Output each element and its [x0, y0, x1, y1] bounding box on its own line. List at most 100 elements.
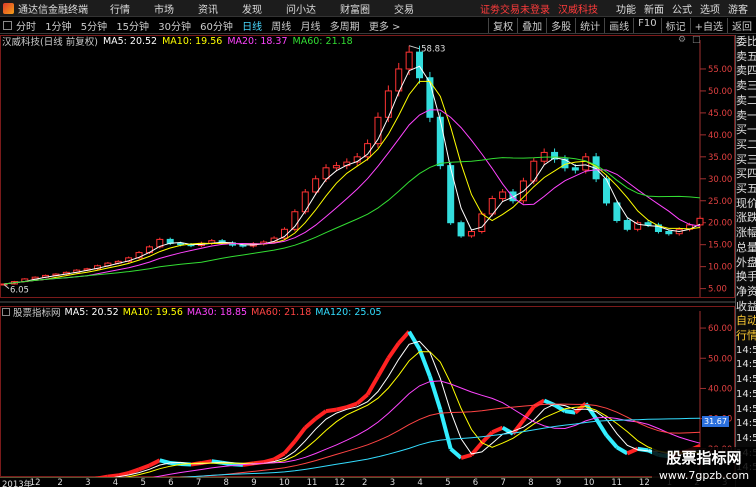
- quote-field-label: 涨幅: [736, 226, 756, 240]
- quote-field-label: 自动: [736, 314, 756, 328]
- quote-field-label: 卖四: [736, 64, 756, 78]
- tool-fuquan-button[interactable]: 复权: [488, 17, 517, 33]
- kline-chart[interactable]: 55.00 50.00 45.00 40.00 35.00 30.00 25.00 20.00…: [0, 35, 735, 478]
- ma60-label: MA60: 21.18: [292, 35, 353, 47]
- time-axis-label: 10: [583, 478, 595, 487]
- indicator-toggle-icon[interactable]: [2, 308, 10, 316]
- quote-field-label: 收益: [736, 299, 756, 313]
- menu-item-zixun[interactable]: 资讯: [198, 1, 218, 16]
- menu-item-gongneng[interactable]: 功能: [616, 1, 636, 16]
- trade-time: 14:56: [736, 388, 756, 400]
- guest-user[interactable]: 游客: [728, 1, 748, 16]
- tab-monthly[interactable]: 月线: [300, 22, 320, 33]
- candle-body: [665, 231, 673, 235]
- candle-body: [145, 246, 153, 254]
- indicator-bar-segment: [148, 458, 161, 468]
- tab-more[interactable]: 更多 >: [369, 22, 401, 33]
- candle-body: [582, 156, 590, 171]
- tool-back-button[interactable]: 返回: [727, 17, 756, 33]
- time-axis-label: 5: [445, 478, 451, 487]
- chart-tools: 复权 叠加 多股 统计 画线 F10 标记 +自选 返回: [488, 17, 756, 33]
- tab-daily[interactable]: 日线: [242, 22, 262, 33]
- tool-draw-line-button[interactable]: 画线: [604, 17, 633, 33]
- quote-field-label: 买四: [736, 167, 756, 181]
- indicator-y-tick-label: 50.00: [708, 354, 732, 364]
- indicator-bar-segment: [335, 405, 348, 412]
- main-y-tick-label: 5.00: [708, 285, 727, 295]
- main-y-tick-label: 40.00: [708, 131, 732, 141]
- menu-item-faxian[interactable]: 发现: [242, 1, 262, 16]
- candle-body: [603, 178, 611, 204]
- indicator-bar-segment: [314, 409, 328, 421]
- layout-icon[interactable]: [3, 20, 12, 30]
- tool-statistics-button[interactable]: 统计: [575, 17, 604, 33]
- time-axis-label: 6: [472, 478, 479, 487]
- main-y-tick-label: 20.00: [708, 219, 732, 229]
- tool-multi-stock-button[interactable]: 多股: [546, 17, 575, 33]
- indicator-bar-segment: [386, 342, 401, 360]
- menu-item-wenxiaoda[interactable]: 问小达: [286, 1, 316, 16]
- tab-30min[interactable]: 30分钟: [158, 22, 191, 33]
- time-axis-label: 4: [112, 478, 119, 487]
- watermark-url: www.7gpzb.com: [658, 469, 750, 482]
- main-menu: 行情 市场 资讯 发现 问小达 财富圈 交易: [110, 1, 438, 16]
- tab-1min[interactable]: 1分钟: [45, 22, 71, 33]
- candle-body: [416, 51, 424, 79]
- main-y-tick-label: 10.00: [708, 263, 732, 273]
- tab-weekly[interactable]: 周线: [271, 22, 291, 33]
- indicator-bar-segment: [325, 407, 337, 414]
- ind-ma120-label: MA120: 25.05: [315, 306, 382, 318]
- tool-add-watchlist-button[interactable]: +自选: [689, 17, 727, 33]
- time-axis-label: 9: [251, 478, 257, 487]
- tool-overlay-button[interactable]: 叠加: [517, 17, 546, 33]
- main-y-tick-label: 55.00: [708, 65, 732, 75]
- time-axis-label: 12: [334, 478, 346, 487]
- indicator-bar-segment: [574, 402, 588, 415]
- menu-item-gongshi[interactable]: 公式: [672, 1, 692, 16]
- candle-body: [364, 143, 372, 158]
- quote-field-label: 现价: [736, 196, 756, 210]
- stock-name-link[interactable]: 汉威科技: [558, 1, 598, 16]
- trade-login-warning[interactable]: 证劵交易未登录: [480, 1, 550, 16]
- main-chart-frame: [0, 35, 735, 298]
- tab-5min[interactable]: 5分钟: [81, 22, 107, 33]
- menu-item-xuanxiang[interactable]: 选项: [700, 1, 720, 16]
- indicator-bar-segment: [346, 401, 358, 410]
- indicator-bar-segment: [397, 330, 411, 345]
- indicator-bar-segment: [532, 398, 546, 409]
- close-panel-icon[interactable]: □: [692, 35, 701, 45]
- indicator-bar-segment: [491, 425, 504, 435]
- tool-mark-button[interactable]: 标记: [660, 17, 690, 33]
- indicator-last-value: 31.67: [702, 416, 729, 427]
- candle-body: [571, 167, 579, 171]
- main-y-tick-label: 45.00: [708, 109, 732, 119]
- menu-item-caifuquan[interactable]: 财富圈: [340, 1, 370, 16]
- tab-fenshi[interactable]: 分时: [16, 22, 36, 33]
- menu-item-xinmian[interactable]: 新面: [644, 1, 664, 16]
- main-chart-title: 汉威科技(日线 前复权): [2, 37, 98, 48]
- indicator-bar-segment: [438, 409, 453, 450]
- trade-time: 14:56: [736, 418, 756, 430]
- indicator-bar-segment: [480, 430, 494, 445]
- candle-body: [696, 217, 704, 226]
- indicator-bar-segment: [159, 458, 171, 465]
- candle-body: [332, 165, 340, 169]
- low-price-label: 6.05: [10, 286, 29, 296]
- menu-item-shichang[interactable]: 市场: [154, 1, 174, 16]
- menu-item-hangqing[interactable]: 行情: [110, 1, 130, 16]
- tool-f10-button[interactable]: F10: [633, 17, 660, 33]
- indicator-bar-segment: [365, 375, 380, 396]
- indicator-y-tick-label: 40.00: [708, 384, 732, 394]
- watermark-title: 股票指标网: [666, 449, 742, 467]
- menu-item-jiaoyi[interactable]: 交易: [394, 1, 414, 16]
- candle-body: [405, 51, 413, 70]
- candle-body: [644, 222, 652, 226]
- settings-icon[interactable]: ⚙: [678, 35, 686, 45]
- tab-15min[interactable]: 15分钟: [116, 22, 149, 33]
- period-toolbar: 分时 1分钟 5分钟 15分钟 30分钟 60分钟 日线 周线 月线 多周期 更…: [0, 17, 756, 34]
- tab-multi-period[interactable]: 多周期: [330, 22, 360, 33]
- ind-ma10-label: MA10: 19.56: [122, 306, 183, 318]
- candle-body: [613, 202, 621, 222]
- tab-60min[interactable]: 60分钟: [200, 22, 233, 33]
- candle-body: [499, 191, 507, 200]
